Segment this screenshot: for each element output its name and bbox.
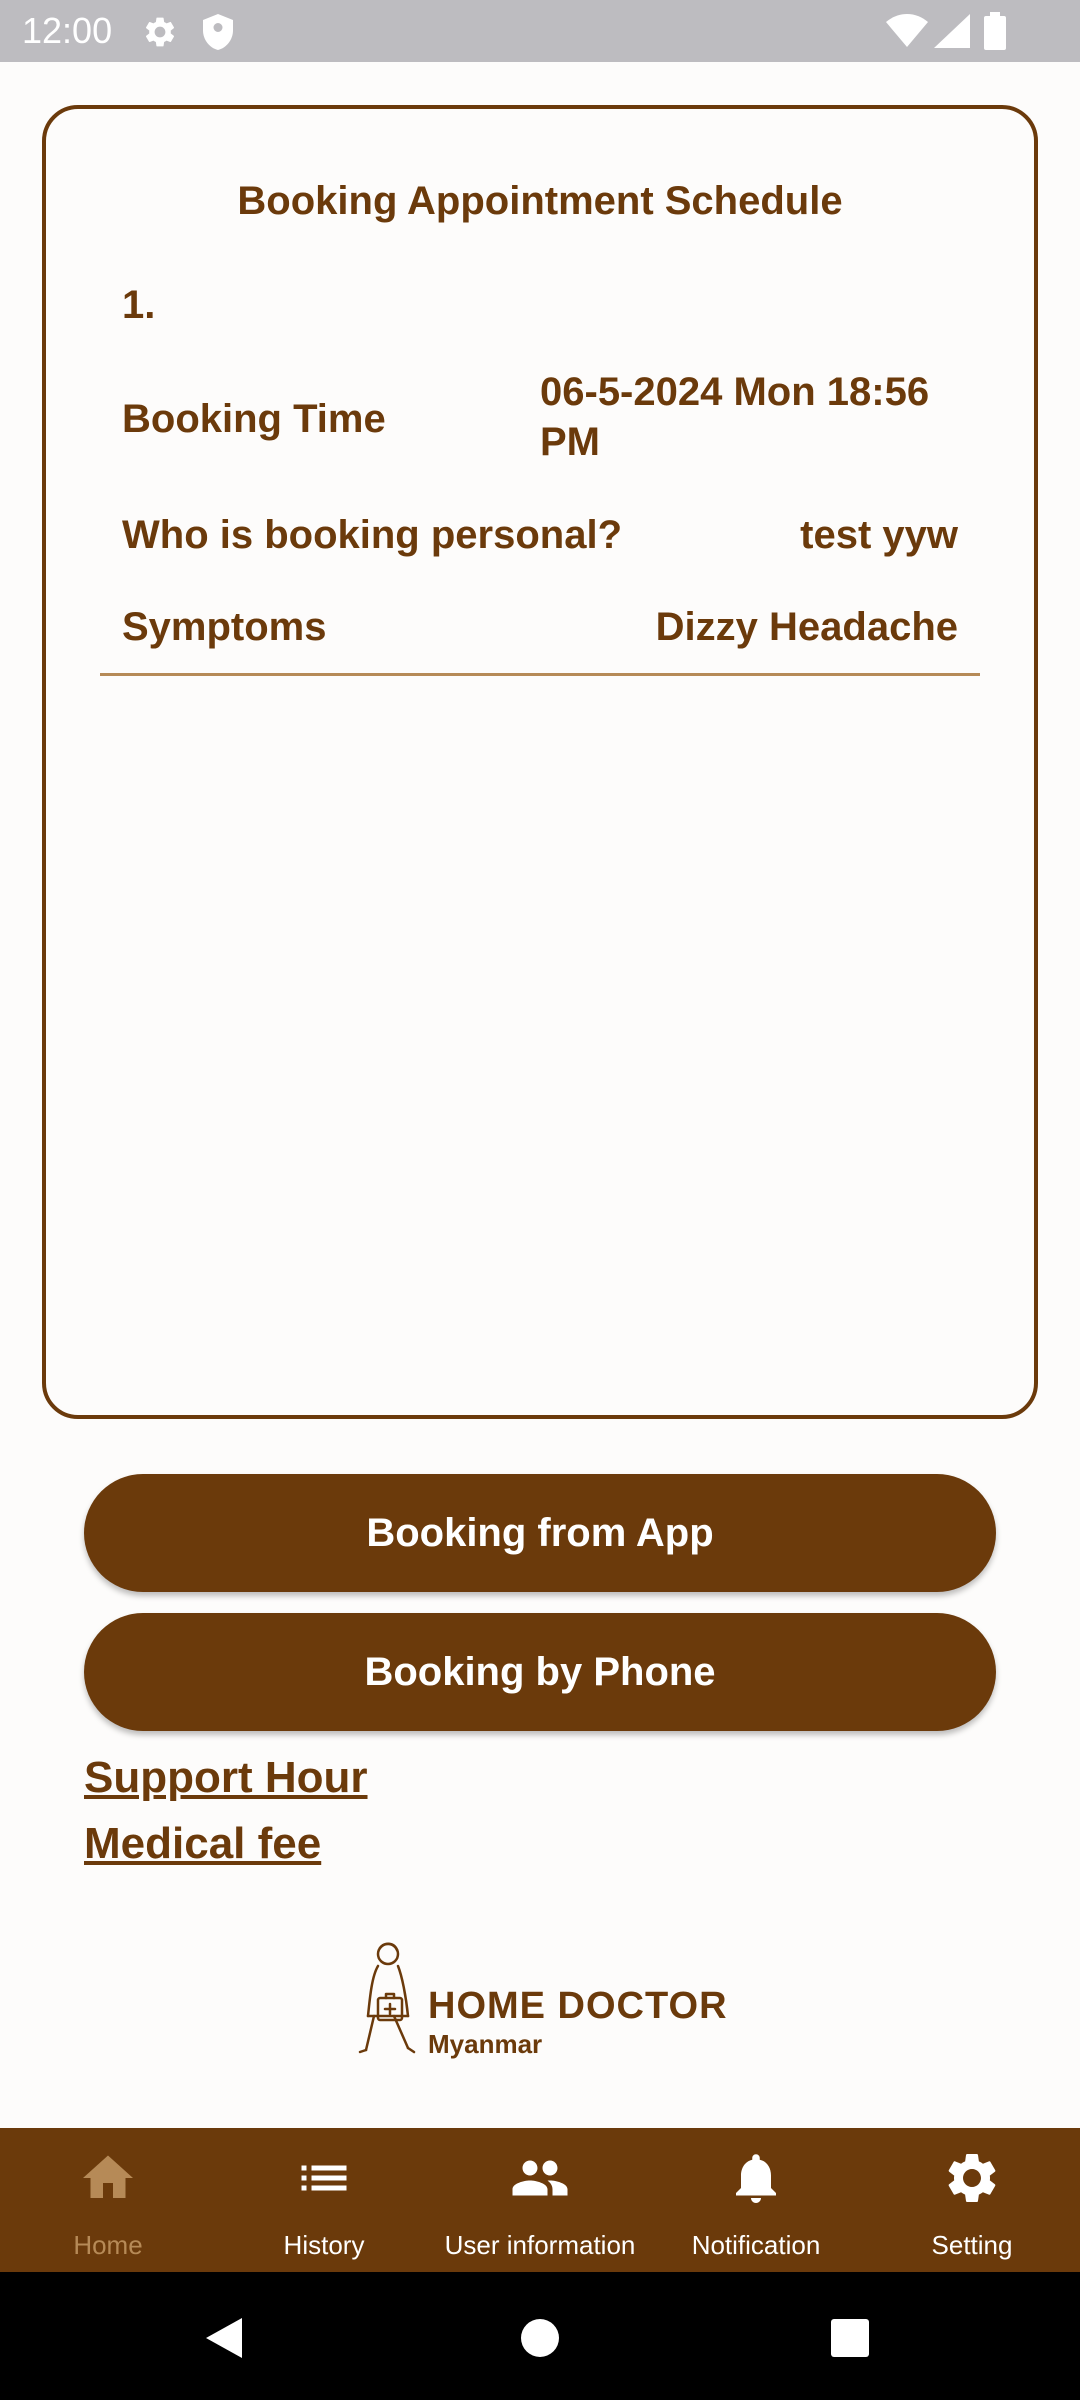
booking-from-app-button[interactable]: Booking from App xyxy=(84,1474,996,1592)
nav-label-user-information: User information xyxy=(444,2230,636,2260)
logo-subtitle: Myanmar xyxy=(428,2029,543,2059)
nav-label-history: History xyxy=(283,2230,365,2260)
nav-item-history[interactable]: History xyxy=(216,2128,432,2272)
support-hour-link[interactable]: Support Hour xyxy=(84,1752,368,1804)
back-icon[interactable] xyxy=(204,2316,244,2360)
nav-item-home[interactable]: Home xyxy=(0,2128,216,2272)
nav-item-notification[interactable]: Notification xyxy=(648,2128,864,2272)
booking-time-value: 06-5-2024 Mon 18:56 PM xyxy=(540,370,930,464)
bottom-navigation: Home History User information Notificati… xyxy=(0,2128,1080,2272)
booking-time-label: Booking Time xyxy=(122,397,386,441)
bell-icon xyxy=(736,2154,776,2203)
gear-icon xyxy=(948,2154,996,2202)
card-title: Booking Appointment Schedule xyxy=(237,179,843,223)
booking-schedule-card: Booking Appointment Schedule 1. Booking … xyxy=(42,105,1038,1419)
nav-label-home: Home xyxy=(73,2230,143,2260)
entry-index: 1. xyxy=(122,283,156,327)
home-circle-icon[interactable] xyxy=(520,2318,560,2358)
symptoms-label: Symptoms xyxy=(122,605,327,649)
signal-icon xyxy=(934,14,970,48)
who-booking-label: Who is booking personal? xyxy=(122,513,622,557)
nav-label-setting: Setting xyxy=(931,2230,1013,2260)
entry-divider xyxy=(100,673,980,676)
status-bar: 12:00 xyxy=(0,0,1080,62)
gear-icon xyxy=(145,17,175,47)
logo-title: HOME DOCTOR xyxy=(428,1985,728,2027)
doctor-figure-icon xyxy=(358,1942,416,2054)
home-icon xyxy=(83,2155,133,2198)
nav-item-setting[interactable]: Setting xyxy=(864,2128,1080,2272)
nav-item-user-information[interactable]: User information xyxy=(432,2128,648,2272)
wifi-icon xyxy=(886,14,928,47)
nav-label-notification: Notification xyxy=(691,2230,821,2260)
medical-fee-link[interactable]: Medical fee xyxy=(84,1818,321,1870)
booking-by-phone-button[interactable]: Booking by Phone xyxy=(84,1613,996,1731)
shield-icon xyxy=(203,14,233,50)
who-booking-value: test yyw xyxy=(800,513,958,557)
system-navigation-bar xyxy=(0,2272,1080,2400)
list-icon xyxy=(301,2165,347,2191)
recent-apps-icon[interactable] xyxy=(830,2318,870,2358)
symptoms-value: Dizzy Headache xyxy=(655,605,958,649)
status-time: 12:00 xyxy=(22,10,113,51)
people-icon xyxy=(512,2160,568,2196)
battery-icon xyxy=(984,12,1006,50)
